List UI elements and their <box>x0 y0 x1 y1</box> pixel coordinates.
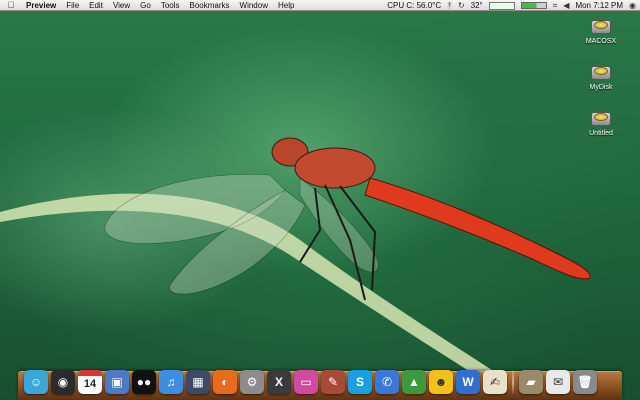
skype-icon[interactable]: S <box>348 370 372 394</box>
desktop-icon-mydisk[interactable]: MyDisk <box>578 62 624 91</box>
system-preferences-icon[interactable]: ⚙ <box>240 370 264 394</box>
preview-icon[interactable]: ▣ <box>105 370 129 394</box>
word-icon[interactable]: W <box>456 370 480 394</box>
expose-icon[interactable]: ▦ <box>186 370 210 394</box>
trash-icon[interactable]: 🗑 <box>573 370 597 394</box>
battery-meter[interactable] <box>520 2 547 9</box>
bluetooth-icon[interactable]: ᛡ <box>447 0 452 11</box>
messenger-icon[interactable]: ☻ <box>429 370 453 394</box>
x11-icon[interactable]: X <box>267 370 291 394</box>
desktop-icon-label: MACOSX <box>585 38 617 45</box>
menu-bar-status-area: CPU C: 56.0°C ᛡ ↻ 32° ⌗ ◀ Mon 7:12 PM ◉ <box>387 0 636 11</box>
desktop-icon-untitled[interactable]: Untitled <box>578 108 624 137</box>
menu-edit[interactable]: Edit <box>84 0 108 11</box>
hard-drive-icon <box>590 62 612 82</box>
calendar-day: 14 <box>83 378 97 390</box>
network-monitor-graph[interactable] <box>488 1 515 10</box>
dashboard-icon[interactable]: ◉ <box>51 370 75 394</box>
menu-bar-left:  Preview File Edit View Go Tools Bookma… <box>0 0 299 10</box>
ical-icon[interactable]: 14 <box>78 370 102 394</box>
textedit-icon[interactable]: ✍ <box>483 370 507 394</box>
wifi-icon[interactable]: ⌗ <box>553 0 558 11</box>
transmission-icon[interactable]: ▲ <box>402 370 426 394</box>
itunes-icon[interactable]: ♫ <box>159 370 183 394</box>
hard-drive-icon <box>590 108 612 128</box>
mail-icon[interactable]: ✉ <box>546 370 570 394</box>
volume-icon[interactable]: ◀ <box>563 0 569 11</box>
script-editor-icon[interactable]: ✎ <box>321 370 345 394</box>
menu-bar-clock[interactable]: Mon 7:12 PM <box>575 0 623 11</box>
cpu-temperature[interactable]: CPU C: 56.0°C <box>387 0 441 11</box>
menu-bar:  Preview File Edit View Go Tools Bookma… <box>0 0 640 11</box>
dragonfly-wallpaper-art <box>0 137 591 378</box>
ichat-icon[interactable]: ✆ <box>375 370 399 394</box>
menu-app-preview[interactable]: Preview <box>22 0 61 11</box>
menu-view[interactable]: View <box>108 0 135 11</box>
desktop-icon-label: MyDisk <box>589 84 613 91</box>
photo-booth-icon[interactable]: ▭ <box>294 370 318 394</box>
spotlight-icon[interactable]: ◉ <box>629 0 636 11</box>
menu-help[interactable]: Help <box>273 0 299 11</box>
menu-tools[interactable]: Tools <box>156 0 185 11</box>
dock-separator <box>512 370 514 394</box>
menu-file[interactable]: File <box>61 0 84 11</box>
dock: ☺ ◉ 14 ▣ ●● ♫ ▦ ◐ ⚙ X ▭ ✎ S ✆ ▲ ☻ W ✍ ▰ ✉ 🗑 <box>24 364 597 394</box>
sync-icon[interactable]: ↻ <box>458 0 465 11</box>
firefox-icon[interactable]: ◐ <box>213 370 237 394</box>
desktop-icon-label: Untitled <box>589 130 613 137</box>
menu-go[interactable]: Go <box>135 0 156 11</box>
apple-menu-icon[interactable]:  <box>0 0 22 11</box>
menu-window[interactable]: Window <box>235 0 273 11</box>
secondary-temperature[interactable]: 32° <box>471 0 483 11</box>
finder-icon[interactable]: ☺ <box>24 370 48 394</box>
hard-drive-icon <box>590 16 612 36</box>
desktop-icon-macosx[interactable]: MACOSX <box>578 16 624 45</box>
adium-icon[interactable]: ●● <box>132 370 156 394</box>
desktop-wallpaper <box>0 0 640 400</box>
documents-folder-icon[interactable]: ▰ <box>519 370 543 394</box>
menu-bookmarks[interactable]: Bookmarks <box>185 0 235 11</box>
